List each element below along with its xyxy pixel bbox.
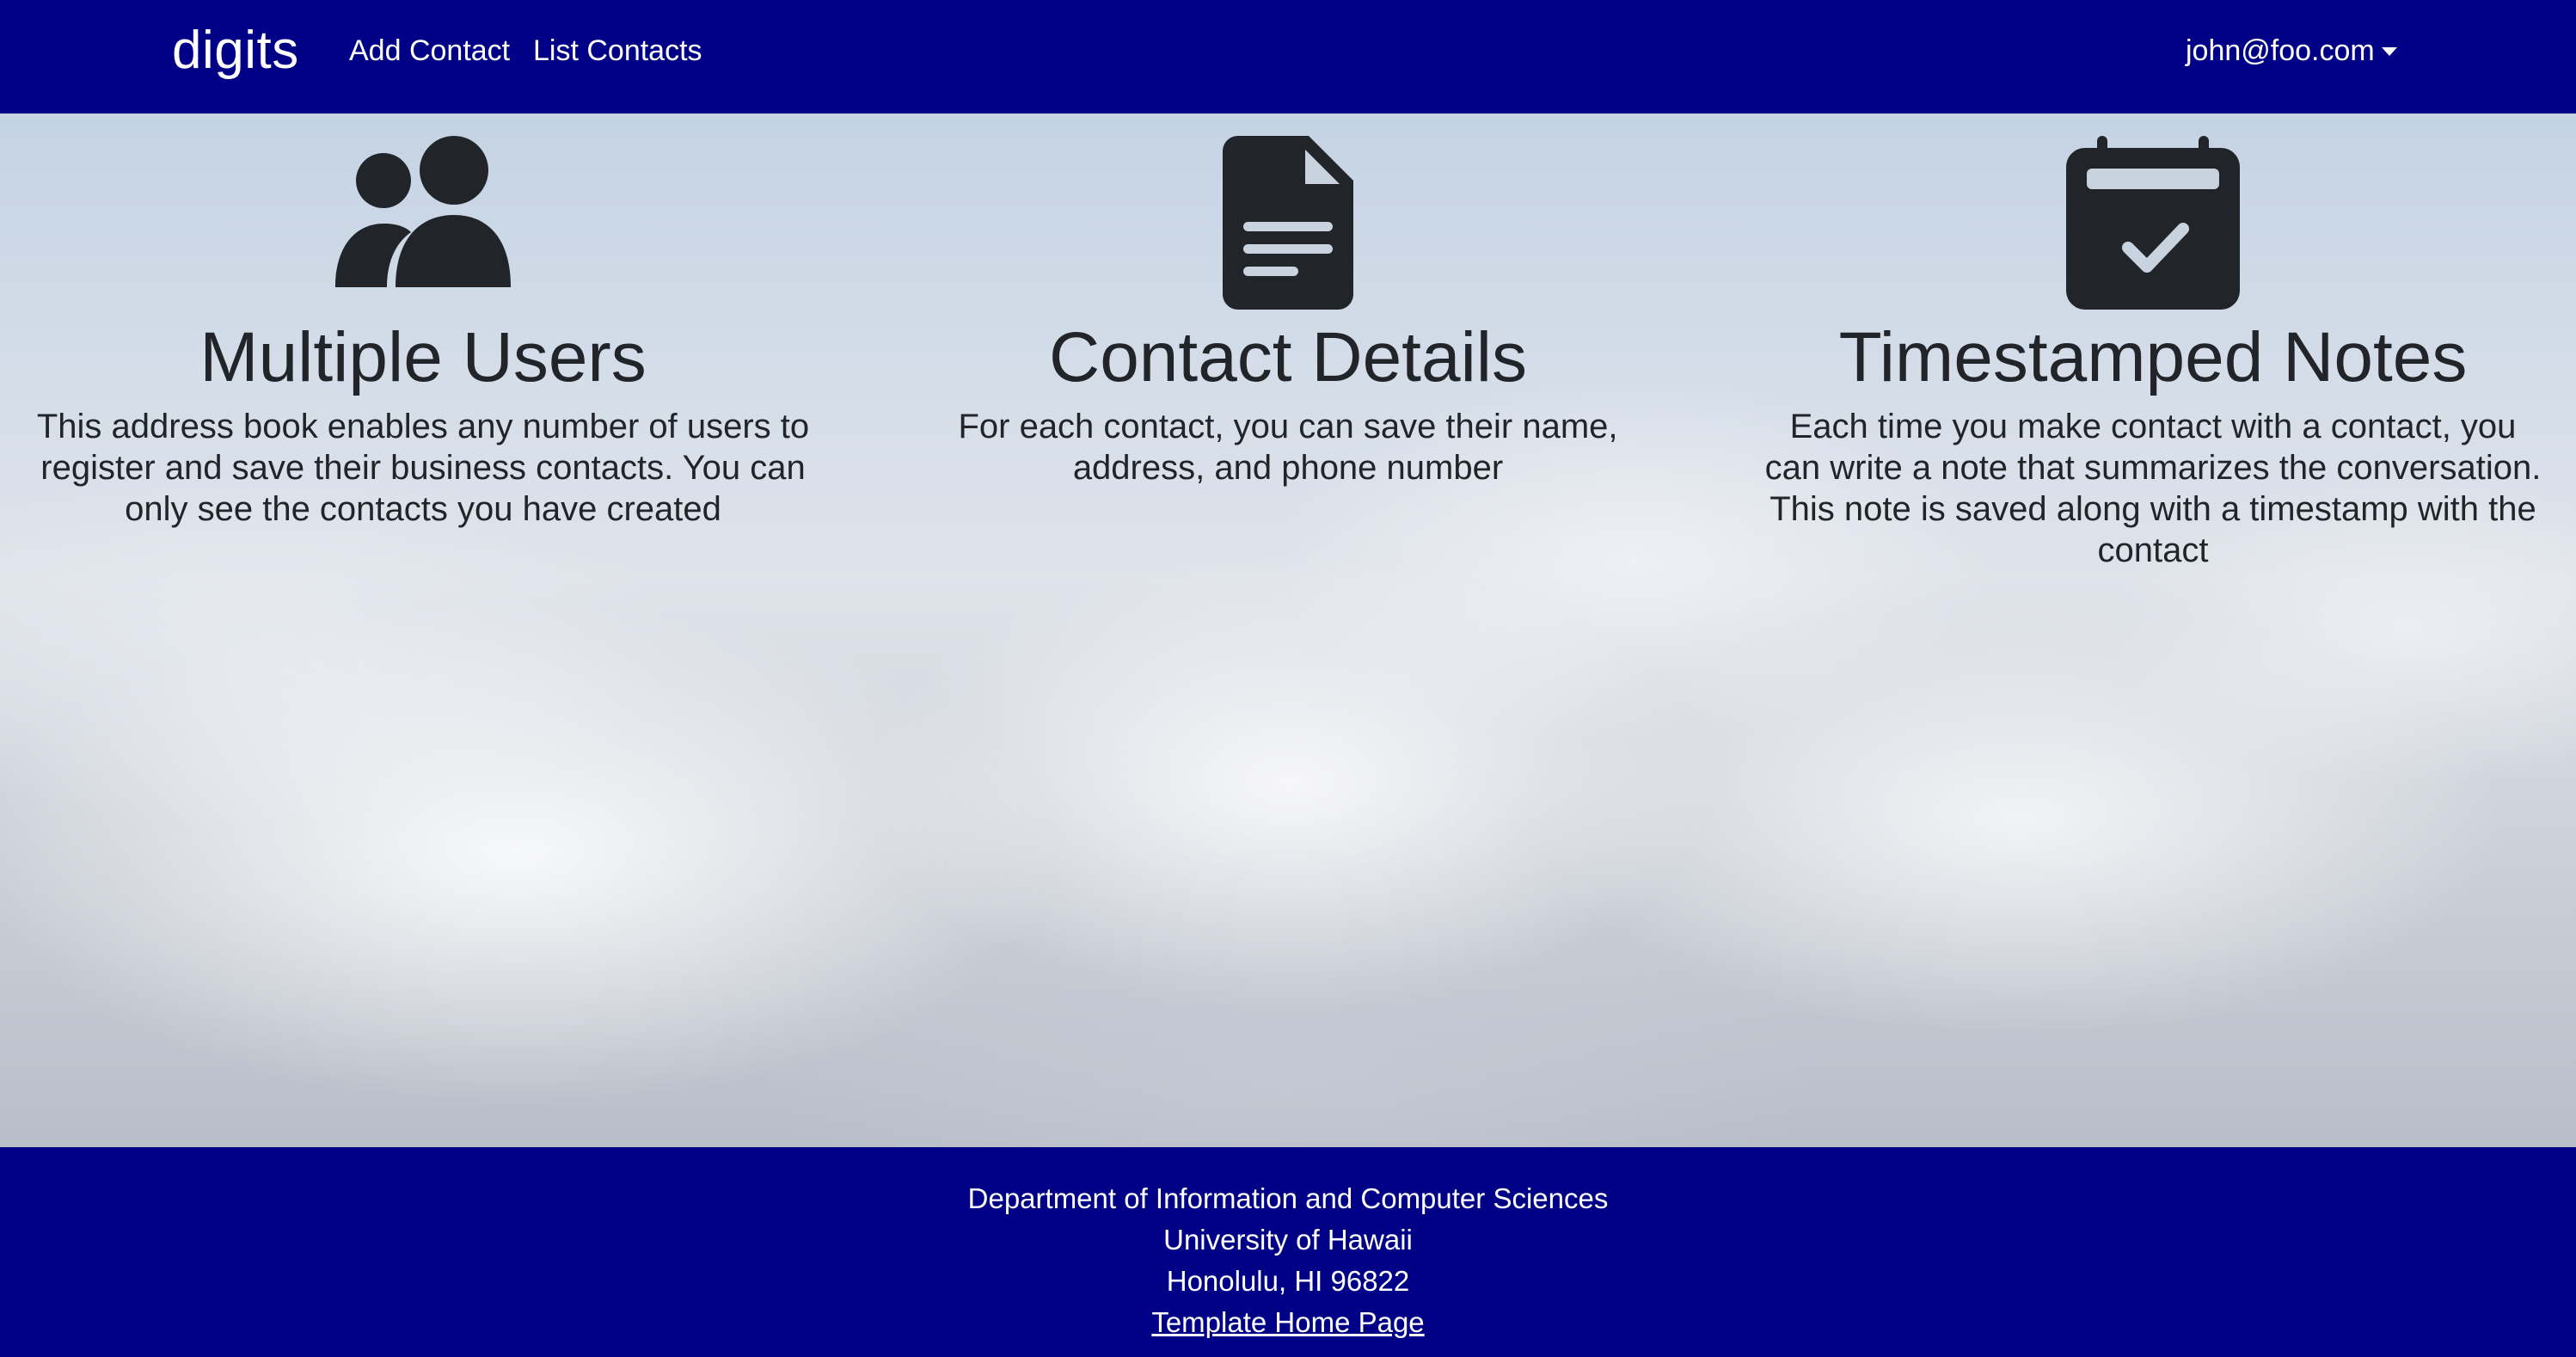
feature-description: Each time you make contact with a contac… — [1764, 408, 2542, 569]
feature-description: This address book enables any number of … — [36, 408, 810, 528]
top-navbar: digits Add Contact List Contacts john@fo… — [0, 0, 2576, 114]
users-icon — [335, 136, 511, 292]
template-home-link[interactable]: Template Home Page — [1151, 1306, 1424, 1338]
footer-department: Department of Information and Computer S… — [967, 1182, 1609, 1214]
nav-add-contact[interactable]: Add Contact — [349, 29, 510, 72]
footer-address: Honolulu, HI 96822 — [1166, 1265, 1410, 1297]
user-email: john@foo.com — [2186, 34, 2375, 67]
feature-title: Contact Details — [1048, 318, 1528, 396]
page-footer: Department of Information and Computer S… — [0, 1147, 2576, 1357]
nav-list-contacts[interactable]: List Contacts — [533, 29, 702, 72]
feature-title: Timestamped Notes — [1838, 318, 2468, 396]
feature-title: Multiple Users — [199, 318, 647, 396]
footer-university: University of Hawaii — [1163, 1224, 1413, 1256]
brand-logo[interactable]: digits — [172, 12, 299, 89]
feature-description: For each contact, you can save their nam… — [958, 408, 1618, 487]
file-text-icon — [1223, 136, 1353, 314]
user-dropdown[interactable]: john@foo.com — [2186, 29, 2397, 72]
landing-hero: Multiple Users This address book enables… — [0, 114, 2576, 1147]
chevron-down-icon — [2381, 47, 2397, 56]
calendar-check-icon — [2066, 136, 2240, 314]
